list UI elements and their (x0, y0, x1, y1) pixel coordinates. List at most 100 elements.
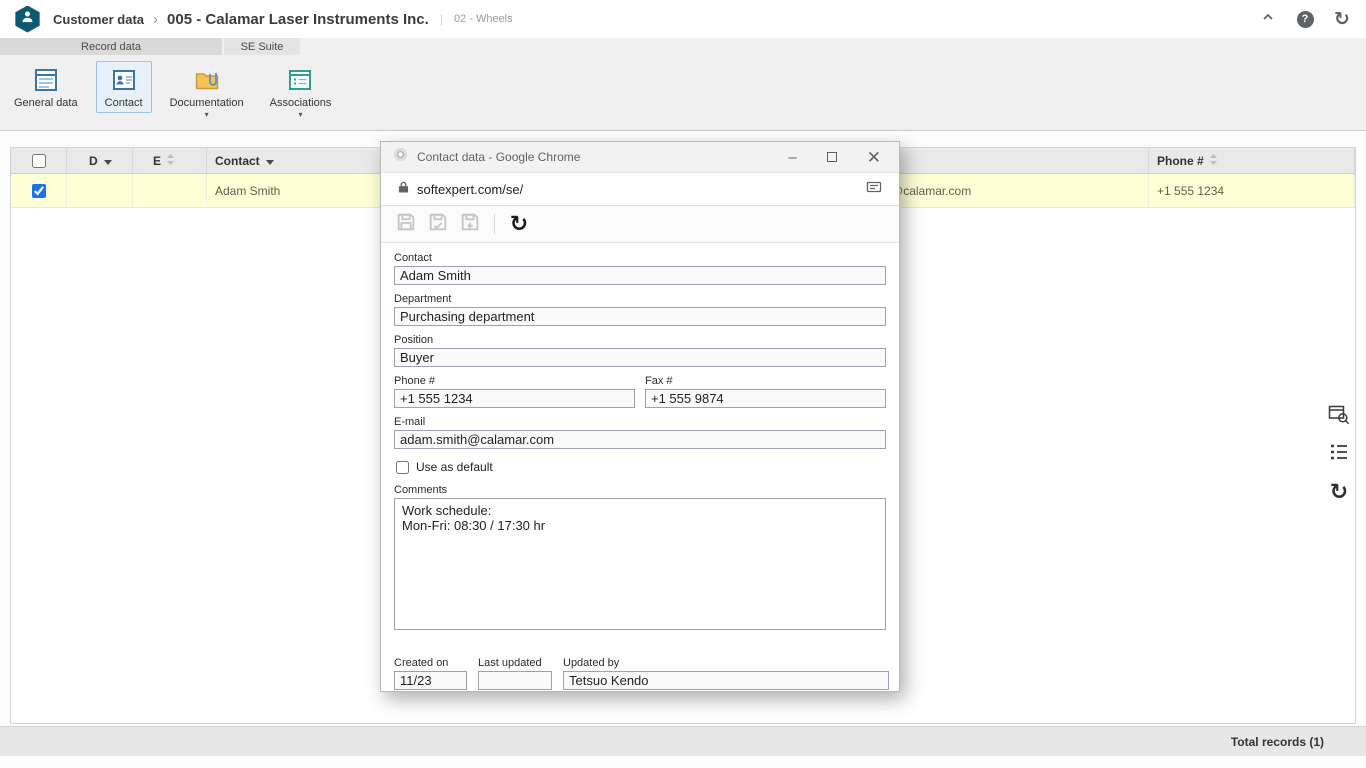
lock-icon (398, 180, 409, 199)
column-label: Phone # (1157, 154, 1204, 168)
chevron-right-icon: › (153, 11, 158, 28)
help-button[interactable]: ? (1295, 9, 1315, 29)
chevron-down-icon: ▾ (298, 111, 302, 119)
department-input[interactable] (394, 307, 886, 326)
address-bar-action-icon[interactable] (866, 179, 882, 200)
row-cell-phone: +1 555 1234 (1149, 174, 1355, 207)
fax-input[interactable] (645, 389, 886, 408)
ribbon-button-label: Contact (105, 97, 143, 109)
column-label: D (89, 154, 98, 168)
ribbon-button-label: Documentation (170, 97, 244, 109)
save-and-new-button[interactable] (457, 211, 483, 237)
ribbon-button-contact[interactable]: Contact (96, 61, 152, 113)
row-cell-e (133, 174, 207, 207)
ribbon-button-associations[interactable]: Associations ▾ (262, 61, 340, 123)
window-controls: – ✕ (788, 149, 887, 166)
dialog-title: Contact data - Google Chrome (417, 150, 580, 164)
use-as-default-checkbox[interactable] (396, 461, 409, 474)
ribbon: Record data SE Suite General data Contac… (0, 38, 1366, 131)
general-data-icon (33, 67, 59, 93)
refresh-icon: ↻ (1330, 481, 1348, 503)
dialog-titlebar[interactable]: Contact data - Google Chrome – ✕ (381, 142, 899, 172)
column-header-phone[interactable]: Phone # (1149, 148, 1355, 173)
url-text: softexpert.com/se/ (417, 182, 523, 197)
table-search-icon (1328, 403, 1350, 430)
person-icon (20, 9, 35, 29)
field-email: E-mail (394, 416, 886, 449)
column-label: Contact (215, 154, 260, 168)
created-on-label: Created on (394, 657, 467, 669)
page-subtitle: 02 - Wheels (454, 13, 513, 25)
position-input[interactable] (394, 348, 886, 367)
help-icon: ? (1297, 11, 1314, 28)
column-header-e[interactable]: E (133, 148, 207, 173)
position-label: Position (394, 334, 886, 346)
contact-label: Contact (394, 252, 886, 264)
field-contact: Contact (394, 252, 886, 285)
minimize-button[interactable]: – (788, 150, 796, 165)
footer-bar: Total records (1) (0, 726, 1366, 756)
list-view-button[interactable] (1327, 442, 1351, 466)
contact-form: Contact Department Position Phone # Fax … (381, 243, 899, 691)
close-button[interactable]: ✕ (867, 149, 881, 166)
phone-label: Phone # (394, 375, 635, 387)
chrome-icon (393, 147, 408, 167)
field-comments: Comments Work schedule: Mon-Fri: 08:30 /… (394, 484, 886, 635)
contact-data-dialog: Contact data - Google Chrome – ✕ softexp… (380, 141, 900, 692)
phone-input[interactable] (394, 389, 635, 408)
select-all-cell (11, 148, 67, 173)
collapse-ribbon-button[interactable] (1258, 9, 1278, 29)
documentation-folder-icon (194, 67, 220, 93)
refresh-list-button[interactable]: ↻ (1327, 480, 1351, 504)
sort-desc-icon (104, 154, 112, 168)
row-checkbox[interactable] (32, 184, 46, 198)
save-and-close-button[interactable] (425, 211, 451, 237)
use-as-default-row: Use as default (396, 460, 886, 474)
list-icon (1328, 441, 1350, 468)
field-fax: Fax # (645, 375, 886, 408)
select-all-checkbox[interactable] (32, 154, 46, 168)
save-close-icon (427, 211, 449, 238)
ribbon-button-general-data[interactable]: General data (6, 61, 86, 113)
breadcrumb-customer-data[interactable]: Customer data (53, 12, 144, 27)
last-updated-label: Last updated (478, 657, 552, 669)
updated-by-input[interactable] (563, 671, 889, 690)
sort-toggle-icon (1210, 154, 1217, 168)
page-title: 005 - Calamar Laser Instruments Inc. (167, 11, 429, 28)
address-bar[interactable]: softexpert.com/se/ (381, 172, 899, 206)
toolbar-divider (494, 214, 495, 234)
maximize-button[interactable] (827, 152, 837, 162)
sort-desc-icon (266, 154, 274, 168)
use-as-default-label[interactable]: Use as default (416, 460, 493, 474)
tab-record-data[interactable]: Record data (0, 38, 222, 55)
title-divider: | (440, 12, 443, 26)
associations-icon (287, 67, 313, 93)
ribbon-button-label: Associations (270, 97, 332, 109)
app-logo[interactable] (14, 6, 41, 33)
breadcrumb: Customer data › 005 - Calamar Laser Inst… (53, 11, 513, 28)
tab-se-suite[interactable]: SE Suite (224, 38, 300, 55)
ribbon-tabs: Record data SE Suite (0, 38, 1366, 55)
audit-fields-row: Created on Last updated Updated by (394, 657, 886, 691)
column-header-d[interactable]: D (67, 148, 133, 173)
sort-toggle-icon (167, 154, 174, 168)
comments-textarea[interactable]: Work schedule: Mon-Fri: 08:30 / 17:30 hr (394, 498, 886, 630)
save-button[interactable] (393, 211, 419, 237)
email-input[interactable] (394, 430, 886, 449)
last-updated-input[interactable] (478, 671, 552, 690)
department-label: Department (394, 293, 886, 305)
email-label: E-mail (394, 416, 886, 428)
search-view-button[interactable] (1327, 404, 1351, 428)
dialog-toolbar: ↻ (381, 206, 899, 243)
refresh-button[interactable]: ↻ (1332, 9, 1352, 29)
ribbon-button-documentation[interactable]: Documentation ▾ (162, 61, 252, 123)
field-updated-by: Updated by (563, 657, 889, 690)
created-on-input[interactable] (394, 671, 467, 690)
contact-input[interactable] (394, 266, 886, 285)
field-last-updated: Last updated (478, 657, 552, 690)
reload-button[interactable]: ↻ (506, 211, 532, 237)
fax-label: Fax # (645, 375, 886, 387)
phone-fax-row: Phone # Fax # (394, 375, 886, 416)
row-cell-d (67, 174, 133, 207)
field-position: Position (394, 334, 886, 367)
